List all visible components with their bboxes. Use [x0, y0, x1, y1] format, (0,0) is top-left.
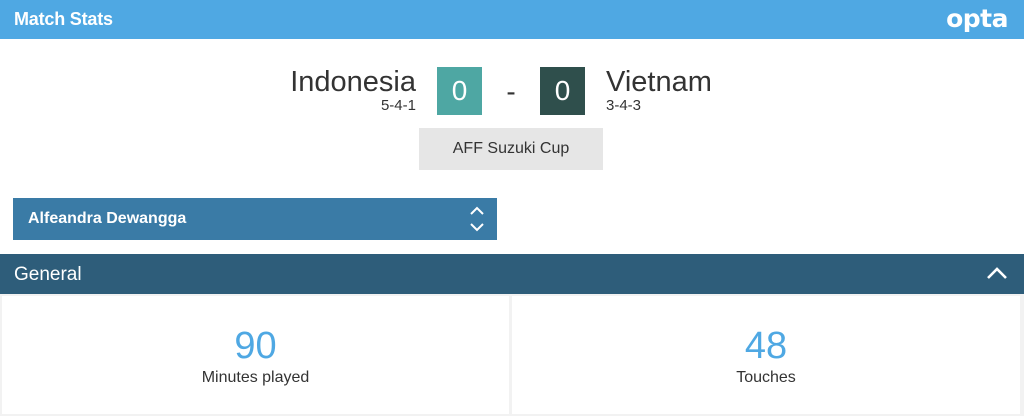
home-team-formation: 5-4-1: [380, 97, 416, 114]
section-title: General: [14, 264, 82, 285]
stat-touches: 48 Touches: [512, 296, 1020, 414]
page-title: Match Stats: [14, 9, 113, 29]
opta-logo: opta: [946, 4, 1008, 33]
score-separator: -: [506, 76, 516, 107]
home-team: Indonesia 5-4-1: [290, 67, 416, 115]
stat-label: Minutes played: [201, 369, 310, 386]
home-team-name: Indonesia: [290, 66, 416, 98]
stat-label: Touches: [736, 369, 796, 386]
away-team-name: Vietnam: [606, 66, 712, 98]
section-general-header[interactable]: General: [0, 254, 1024, 294]
stat-value: 90: [234, 325, 277, 367]
stats-grid: 90 Minutes played 48 Touches: [0, 294, 1024, 416]
home-score: 0: [437, 67, 482, 115]
match-summary: Indonesia 5-4-1 0 - 0 Vietnam 3-4-3 AFF …: [0, 40, 1024, 190]
competition-button[interactable]: AFF Suzuki Cup: [419, 128, 603, 170]
player-select-dropdown[interactable]: Alfeandra Dewangga: [13, 198, 497, 240]
stat-value: 48: [744, 325, 788, 367]
away-team: Vietnam 3-4-3: [606, 67, 712, 115]
top-bar: Match Stats opta: [0, 0, 1024, 39]
away-score: 0: [540, 67, 585, 115]
chevron-up-icon: [987, 267, 1007, 279]
away-team-formation: 3-4-3: [606, 97, 642, 114]
up-down-chevron-icon: [470, 206, 484, 232]
stat-minutes-played: 90 Minutes played: [2, 296, 509, 414]
selected-player-name: Alfeandra Dewangga: [28, 210, 187, 227]
